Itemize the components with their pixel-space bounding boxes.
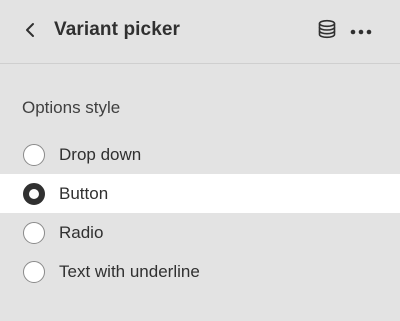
database-icon [317, 19, 337, 44]
radio-unchecked-icon[interactable] [23, 221, 45, 244]
more-horizontal-icon [350, 22, 372, 40]
option-label: Button [59, 183, 109, 203]
option-label: Drop down [59, 144, 142, 164]
back-button[interactable] [18, 18, 42, 46]
option-label: Text with underline [59, 261, 200, 281]
option-button[interactable]: Button [0, 174, 400, 213]
more-actions-button[interactable] [349, 20, 373, 42]
option-text-with-underline[interactable]: Text with underline [0, 252, 400, 291]
variant-picker-panel: Variant picker Options style Drop down B… [0, 0, 400, 321]
radio-checked-icon[interactable] [23, 182, 45, 205]
panel-header: Variant picker [0, 0, 400, 64]
chevron-left-icon [24, 22, 36, 43]
page-title: Variant picker [54, 19, 181, 40]
option-drop-down[interactable]: Drop down [0, 135, 400, 174]
options-style-label: Options style [22, 98, 121, 117]
radio-unchecked-icon[interactable] [23, 260, 45, 283]
dynamic-source-button[interactable] [316, 19, 338, 44]
option-label: Radio [59, 222, 104, 242]
option-radio[interactable]: Radio [0, 213, 400, 252]
radio-unchecked-icon[interactable] [23, 143, 45, 166]
